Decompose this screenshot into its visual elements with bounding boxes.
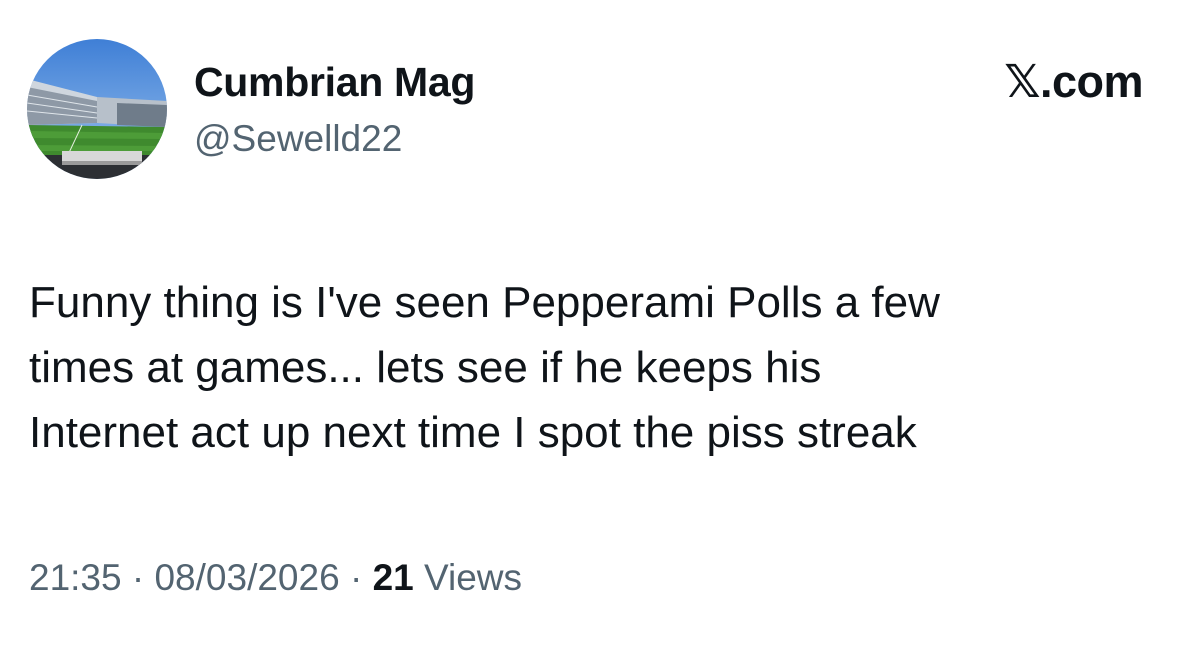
tweet-date[interactable]: 08/03/2026 (154, 557, 339, 598)
brand-text: 𝕏.com (1004, 56, 1143, 107)
tweet-meta: 21:35 · 08/03/2026 · 21 Views (29, 552, 522, 604)
author-handle[interactable]: @Sewelld22 (194, 115, 402, 163)
tweet-text: Funny thing is I've seen Pepperami Polls… (29, 270, 1159, 465)
view-count: 21 (372, 557, 414, 598)
author-display-name[interactable]: Cumbrian Mag (194, 56, 475, 108)
tweet-time[interactable]: 21:35 (29, 557, 122, 598)
views-label: Views (424, 557, 523, 598)
stadium-photo-avatar (27, 39, 167, 179)
tweet-line: Internet act up next time I spot the pis… (29, 408, 917, 457)
meta-separator: · (349, 557, 363, 598)
tweet-line: Funny thing is I've seen Pepperami Polls… (29, 278, 940, 327)
brand-watermark: 𝕏.com (1004, 56, 1143, 108)
avatar[interactable] (27, 39, 167, 179)
meta-separator: · (131, 557, 145, 598)
tweet-line: times at games... lets see if he keeps h… (29, 343, 822, 392)
